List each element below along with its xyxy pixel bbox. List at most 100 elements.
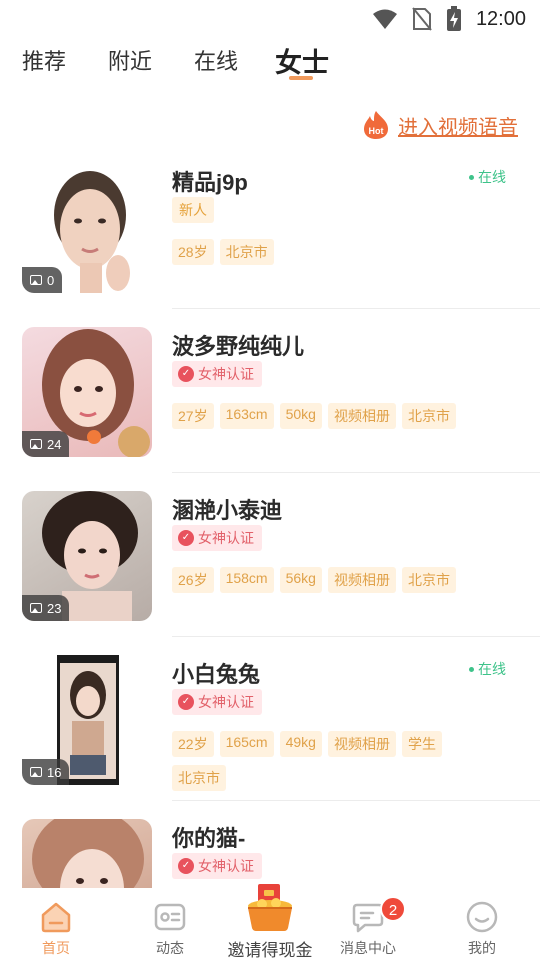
profile-list: 0 精品j9p 在线 新人 28岁 北京市 24 波多野纯纯儿 ✓ 女神认证 2…: [0, 145, 540, 888]
tab-nearby[interactable]: 附近: [108, 44, 152, 76]
battery-charging-icon: [446, 6, 461, 31]
verified-check-icon: ✓: [178, 694, 194, 710]
verified-check-icon: ✓: [178, 858, 194, 874]
verified-check-icon: ✓: [178, 366, 194, 382]
nav-me-label: 我的: [468, 940, 496, 956]
goddess-verified-badge: ✓ 女神认证: [172, 689, 262, 715]
photo-count: 16: [47, 764, 62, 780]
hot-icon-text: Hot: [369, 126, 384, 136]
goddess-verified-label: 女神认证: [198, 858, 254, 874]
photo-count-badge: 23: [22, 595, 70, 621]
profile-tags: 27岁 163cm 50kg 视频相册 北京市: [172, 403, 472, 429]
tab-recommend[interactable]: 推荐: [22, 44, 66, 76]
treasure-box-icon: [248, 884, 292, 931]
badge-row: ✓ 女神认证: [172, 689, 262, 715]
online-dot-icon: [469, 174, 474, 180]
image-icon: [30, 767, 42, 777]
badge-row: ✓ 女神认证: [172, 525, 262, 551]
photo-count-badge: 16: [22, 759, 70, 785]
online-label: 在线: [478, 169, 506, 185]
tag-age: 22岁: [172, 731, 214, 757]
profile-card[interactable]: 23 溷滟小泰迪 ✓ 女神认证 26岁 158cm 56kg 视频相册 北京市: [0, 473, 540, 637]
hot-flame-icon: Hot: [364, 111, 388, 139]
profile-name: 溷滟小泰迪: [172, 498, 283, 523]
goddess-verified-label: 女神认证: [198, 366, 254, 382]
profile-photo[interactable]: 0: [22, 163, 152, 293]
profile-name: 波多野纯纯儿: [172, 334, 305, 359]
video-voice-promo[interactable]: Hot 进入视频语音: [362, 110, 518, 140]
profile-card[interactable]: 0 精品j9p 在线 新人 28岁 北京市: [0, 145, 540, 309]
profile-photo[interactable]: 24: [22, 327, 152, 457]
tag-age: 27岁: [172, 403, 214, 429]
top-tabs: 推荐 附近 在线 女士: [0, 44, 540, 84]
nav-messages-label: 消息中心: [340, 940, 396, 956]
tag-video-album: 视频相册: [327, 403, 396, 429]
image-icon: [30, 275, 42, 285]
profile-card[interactable]: 16 小白兔兔 在线 ✓ 女神认证 22岁 165cm 49kg 视频相册 学生…: [0, 637, 540, 801]
profile-photo[interactable]: [22, 819, 152, 888]
tag-city: 北京市: [401, 567, 456, 593]
tag-video-album: 视频相册: [327, 567, 396, 593]
nav-home-label: 首页: [42, 940, 70, 956]
status-icons: 12:00: [372, 6, 526, 32]
online-dot-icon: [469, 666, 474, 672]
nav-invite[interactable]: 邀请得现金: [220, 884, 320, 960]
tag-weight: 49kg: [279, 731, 322, 757]
photo-count: 0: [47, 272, 55, 288]
promo-link-label[interactable]: 进入视频语音: [398, 111, 518, 140]
goddess-verified-label: 女神认证: [198, 530, 254, 546]
profile-tags: 26岁 158cm 56kg 视频相册 北京市: [172, 567, 472, 593]
status-bar: 12:00: [0, 0, 540, 36]
photo-count: 24: [47, 436, 62, 452]
profile-name: 你的猫-: [172, 826, 246, 851]
image-icon: [30, 439, 42, 449]
online-label: 在线: [478, 661, 506, 677]
nav-feed[interactable]: 动态: [120, 888, 220, 960]
status-time: 12:00: [475, 7, 526, 30]
badge-row: ✓ 女神认证: [172, 853, 262, 879]
tag-city: 北京市: [172, 765, 226, 791]
tag-age: 28岁: [172, 239, 214, 265]
nav-me[interactable]: 我的: [432, 888, 532, 960]
verified-check-icon: ✓: [178, 530, 194, 546]
profile-photo[interactable]: 16: [22, 655, 152, 785]
profile-photo[interactable]: 23: [22, 491, 152, 621]
online-status: 在线: [469, 659, 506, 679]
tag-height: 165cm: [219, 731, 274, 757]
tag-city: 北京市: [401, 403, 456, 429]
goddess-verified-badge: ✓ 女神认证: [172, 361, 262, 387]
unread-count-badge: 2: [380, 896, 406, 922]
image-icon: [30, 603, 42, 613]
smile-profile-icon: [466, 901, 498, 933]
nav-feed-label: 动态: [156, 940, 184, 956]
home-icon: [41, 902, 71, 933]
profile-tags: 22岁 165cm 49kg 视频相册 学生 北京市: [172, 731, 472, 791]
badge-row: 新人: [172, 197, 214, 223]
goddess-verified-label: 女神认证: [198, 694, 254, 710]
tag-weight: 56kg: [279, 567, 322, 593]
profile-name: 小白兔兔: [172, 662, 261, 687]
nav-messages[interactable]: 2 消息中心: [318, 888, 418, 960]
active-tab-indicator: [289, 76, 313, 80]
badge-row: ✓ 女神认证: [172, 361, 262, 387]
no-sim-icon: [412, 7, 432, 31]
goddess-verified-badge: ✓ 女神认证: [172, 853, 262, 879]
tag-height: 163cm: [219, 403, 274, 429]
tag-weight: 50kg: [279, 403, 322, 429]
tab-ladies[interactable]: 女士: [275, 41, 329, 80]
profile-card[interactable]: 24 波多野纯纯儿 ✓ 女神认证 27岁 163cm 50kg 视频相册 北京市: [0, 309, 540, 473]
new-user-badge: 新人: [172, 197, 214, 223]
profile-card[interactable]: 你的猫- ✓ 女神认证: [0, 801, 540, 888]
photo-count: 23: [47, 600, 62, 616]
tag-occupation: 学生: [401, 731, 442, 757]
online-status: 在线: [469, 167, 506, 187]
tag-city: 北京市: [219, 239, 274, 265]
goddess-verified-badge: ✓ 女神认证: [172, 525, 262, 551]
feed-card-icon: [154, 903, 186, 931]
photo-count-badge: 0: [22, 267, 63, 293]
tab-online[interactable]: 在线: [194, 44, 238, 76]
nav-home[interactable]: 首页: [6, 888, 106, 960]
tag-age: 26岁: [172, 567, 214, 593]
profile-name: 精品j9p: [172, 170, 248, 195]
tag-video-album: 视频相册: [327, 731, 396, 757]
